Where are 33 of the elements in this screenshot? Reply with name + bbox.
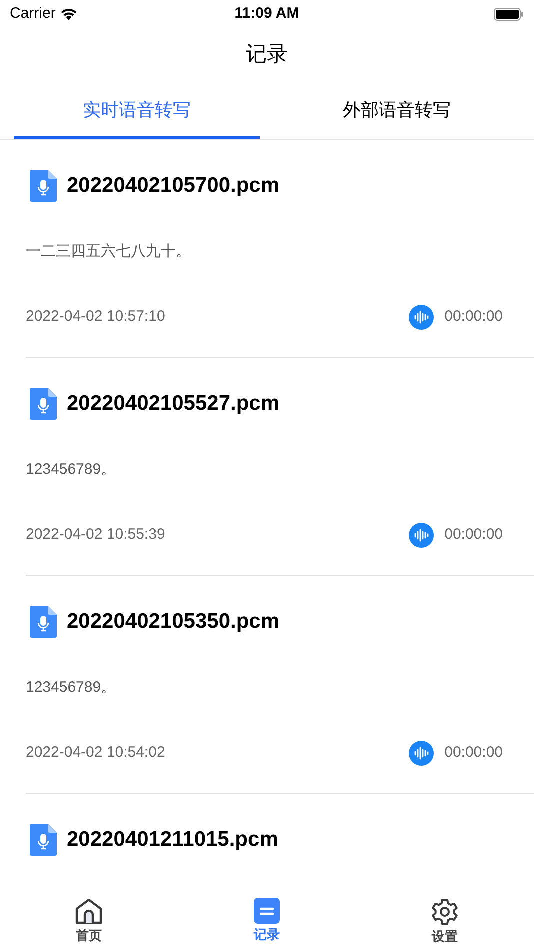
record-date: 2022-04-02 10:54:02 [26, 742, 166, 763]
tab-bar-item[interactable]: 记录 [178, 884, 356, 950]
audio-file-icon [30, 170, 57, 202]
carrier-text: Carrier [10, 4, 56, 24]
duration-text: 00:00:00 [444, 306, 503, 327]
audio-wave-icon[interactable] [408, 304, 434, 330]
file-name[interactable]: 20220402105350.pcm [67, 606, 280, 638]
file-name[interactable]: 20220402105527.pcm [67, 388, 280, 420]
tab[interactable]: 外部语音转写 [274, 82, 520, 139]
file-name[interactable]: 20220402105700.pcm [67, 170, 280, 202]
transcript-text: 一二三四五六七八九十。 [26, 242, 191, 262]
file-name[interactable]: 20220401211015.pcm [67, 824, 278, 856]
tab-bar-item[interactable]: 设置 [356, 884, 534, 950]
battery-icon [494, 8, 524, 20]
duration-text: 00:00:00 [444, 742, 503, 763]
list-icon [254, 898, 280, 924]
record-date: 2022-04-02 10:55:39 [26, 524, 166, 545]
audio-file-icon [30, 388, 57, 420]
audio-wave-icon[interactable] [408, 522, 434, 548]
audio-wave-icon[interactable] [408, 740, 434, 766]
audio-file-icon [30, 606, 57, 638]
tab[interactable]: 实时语音转写 [14, 82, 260, 139]
record-date: 2022-04-02 10:57:10 [26, 306, 166, 327]
tab-bar-item[interactable]: 首页 [0, 884, 178, 950]
settings-icon [431, 898, 459, 926]
home-icon [75, 898, 103, 925]
clock-text: 11:09 AM [234, 4, 300, 24]
transcript-text: 123456789。 [26, 678, 116, 698]
duration-text: 00:00:00 [444, 524, 503, 545]
transcript-text: 123456789。 [26, 460, 116, 480]
page-title: 记录 [246, 42, 288, 68]
wifi-icon [60, 8, 78, 20]
audio-file-icon [30, 824, 57, 856]
